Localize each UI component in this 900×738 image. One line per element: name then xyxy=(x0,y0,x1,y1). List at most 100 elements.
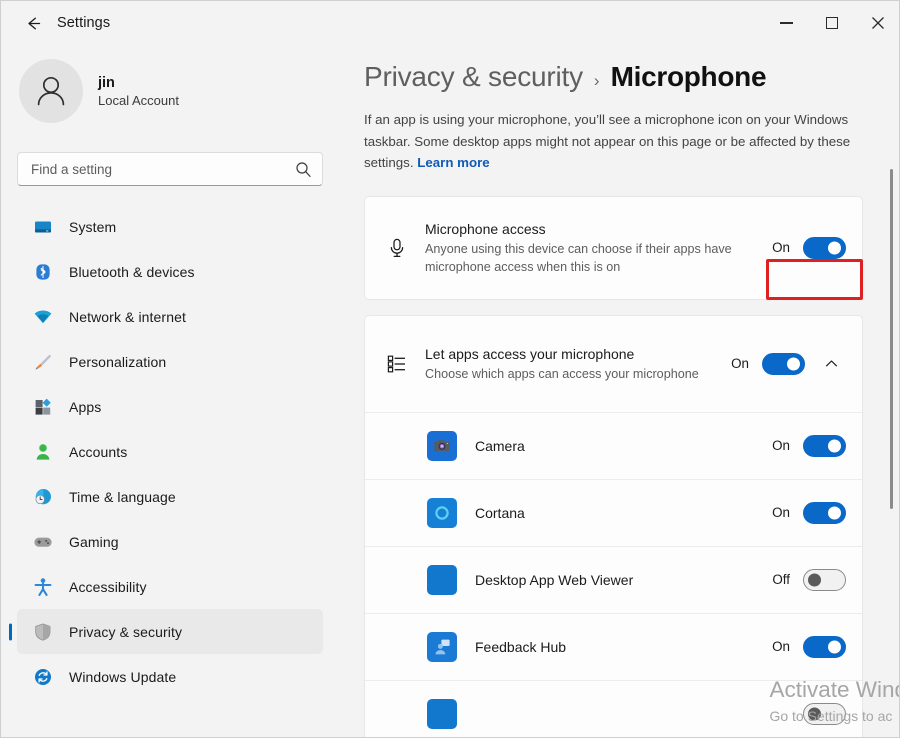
toggle-knob xyxy=(828,640,841,653)
toggle-knob xyxy=(808,573,821,586)
close-icon xyxy=(871,16,885,30)
breadcrumb-parent[interactable]: Privacy & security xyxy=(364,61,583,93)
sidebar-item-privacy-security[interactable]: Privacy & security xyxy=(17,609,323,654)
back-button[interactable] xyxy=(15,7,51,39)
cortana-app-icon xyxy=(427,498,457,528)
sidebar-item-windows-update[interactable]: Windows Update xyxy=(17,654,323,699)
minimize-button[interactable] xyxy=(763,1,809,45)
sidebar-item-apps[interactable]: Apps xyxy=(17,384,323,429)
let-apps-access-description: Choose which apps can access your microp… xyxy=(425,365,718,384)
sidebar-item-gaming[interactable]: Gaming xyxy=(17,519,323,564)
wifi-icon xyxy=(33,307,53,327)
toggle-knob xyxy=(787,357,800,370)
let-apps-access-expander[interactable] xyxy=(816,349,846,379)
microphone-access-card: Microphone access Anyone using this devi… xyxy=(364,196,863,300)
title-bar: Settings xyxy=(1,1,900,45)
list-item[interactable]: Desktop App Web Viewer Off xyxy=(365,547,862,614)
microphone-access-toggle[interactable] xyxy=(803,237,846,259)
sidebar-item-accessibility[interactable]: Accessibility xyxy=(17,564,323,609)
app-permission-list: Camera On Cortana xyxy=(365,412,862,738)
list-item[interactable] xyxy=(365,681,862,738)
update-refresh-icon xyxy=(33,667,53,687)
sidebar-item-label: Accounts xyxy=(69,444,127,460)
scrollbar-thumb[interactable] xyxy=(890,169,893,509)
search-box[interactable] xyxy=(17,152,323,186)
person-avatar-icon xyxy=(30,70,72,112)
microphone-access-description: Anyone using this device can choose if t… xyxy=(425,240,759,277)
content-scrollbar[interactable] xyxy=(886,141,898,738)
list-item[interactable]: Camera On xyxy=(365,413,862,480)
app-toggle[interactable] xyxy=(803,435,846,457)
let-apps-access-title: Let apps access your microphone xyxy=(425,344,718,364)
microphone-icon xyxy=(384,237,410,259)
back-arrow-icon xyxy=(24,14,43,33)
sidebar-item-system[interactable]: System xyxy=(17,204,323,249)
sidebar-item-label: Apps xyxy=(69,399,101,415)
partial-app-icon xyxy=(427,699,457,729)
feedback-hub-icon xyxy=(427,632,457,662)
let-apps-access-card: Let apps access your microphone Choose w… xyxy=(364,315,863,738)
app-name: Desktop App Web Viewer xyxy=(457,570,769,590)
page-description: If an app is using your microphone, you’… xyxy=(364,109,871,174)
toggle-knob xyxy=(828,506,841,519)
sidebar-item-label: Bluetooth & devices xyxy=(69,264,195,280)
user-profile[interactable]: jin Local Account xyxy=(1,45,341,123)
app-list-icon xyxy=(384,353,410,375)
clock-globe-icon xyxy=(33,487,53,507)
sidebar-nav: System Bluetooth & devices xyxy=(1,204,341,699)
close-button[interactable] xyxy=(855,1,900,45)
learn-more-link[interactable]: Learn more xyxy=(417,155,489,170)
gamepad-icon xyxy=(33,532,53,552)
window-controls xyxy=(763,1,900,45)
sidebar-item-label: Windows Update xyxy=(69,669,176,685)
paintbrush-icon xyxy=(33,352,53,372)
let-apps-access-state-label: On xyxy=(728,356,749,371)
app-title: Settings xyxy=(57,15,110,31)
sidebar-item-personalization[interactable]: Personalization xyxy=(17,339,323,384)
microphone-access-title: Microphone access xyxy=(425,219,759,239)
person-icon xyxy=(33,442,53,462)
avatar xyxy=(19,59,83,123)
app-toggle[interactable] xyxy=(803,703,846,725)
toggle-knob xyxy=(828,439,841,452)
app-toggle[interactable] xyxy=(803,569,846,591)
shield-icon xyxy=(33,622,53,642)
let-apps-access-toggle[interactable] xyxy=(762,353,805,375)
list-item[interactable]: Feedback Hub On xyxy=(365,614,862,681)
list-item[interactable]: Cortana On xyxy=(365,480,862,547)
toggle-knob xyxy=(828,241,841,254)
minimize-icon xyxy=(780,22,793,24)
camera-app-icon xyxy=(427,431,457,461)
apps-grid-icon xyxy=(33,397,53,417)
breadcrumb-separator-icon: › xyxy=(594,71,600,91)
desktop-app-web-viewer-icon xyxy=(427,565,457,595)
accessibility-person-icon xyxy=(33,577,53,597)
maximize-button[interactable] xyxy=(809,1,855,45)
microphone-access-row[interactable]: Microphone access Anyone using this devi… xyxy=(365,197,862,299)
profile-account-type: Local Account xyxy=(98,93,179,108)
sidebar: jin Local Account xyxy=(1,45,341,738)
let-apps-access-row[interactable]: Let apps access your microphone Choose w… xyxy=(365,316,862,412)
sidebar-item-label: Personalization xyxy=(69,354,166,370)
microphone-access-state-label: On xyxy=(769,240,790,255)
sidebar-item-network-internet[interactable]: Network & internet xyxy=(17,294,323,339)
app-state-label: On xyxy=(769,639,790,654)
app-state-label: On xyxy=(769,505,790,520)
breadcrumb: Privacy & security › Microphone xyxy=(341,45,900,93)
app-toggle[interactable] xyxy=(803,636,846,658)
app-state-label: On xyxy=(769,438,790,453)
bluetooth-icon xyxy=(33,262,53,282)
page-title: Microphone xyxy=(611,61,767,93)
sidebar-item-label: Network & internet xyxy=(69,309,186,325)
app-name: Feedback Hub xyxy=(457,637,769,657)
maximize-icon xyxy=(826,17,838,29)
search-icon xyxy=(295,161,312,178)
app-toggle[interactable] xyxy=(803,502,846,524)
sidebar-item-bluetooth-devices[interactable]: Bluetooth & devices xyxy=(17,249,323,294)
search-input[interactable] xyxy=(31,162,295,177)
sidebar-item-accounts[interactable]: Accounts xyxy=(17,429,323,474)
sidebar-item-label: Accessibility xyxy=(69,579,147,595)
sidebar-item-time-language[interactable]: Time & language xyxy=(17,474,323,519)
sidebar-item-label: Time & language xyxy=(69,489,176,505)
app-name: Camera xyxy=(457,436,769,456)
